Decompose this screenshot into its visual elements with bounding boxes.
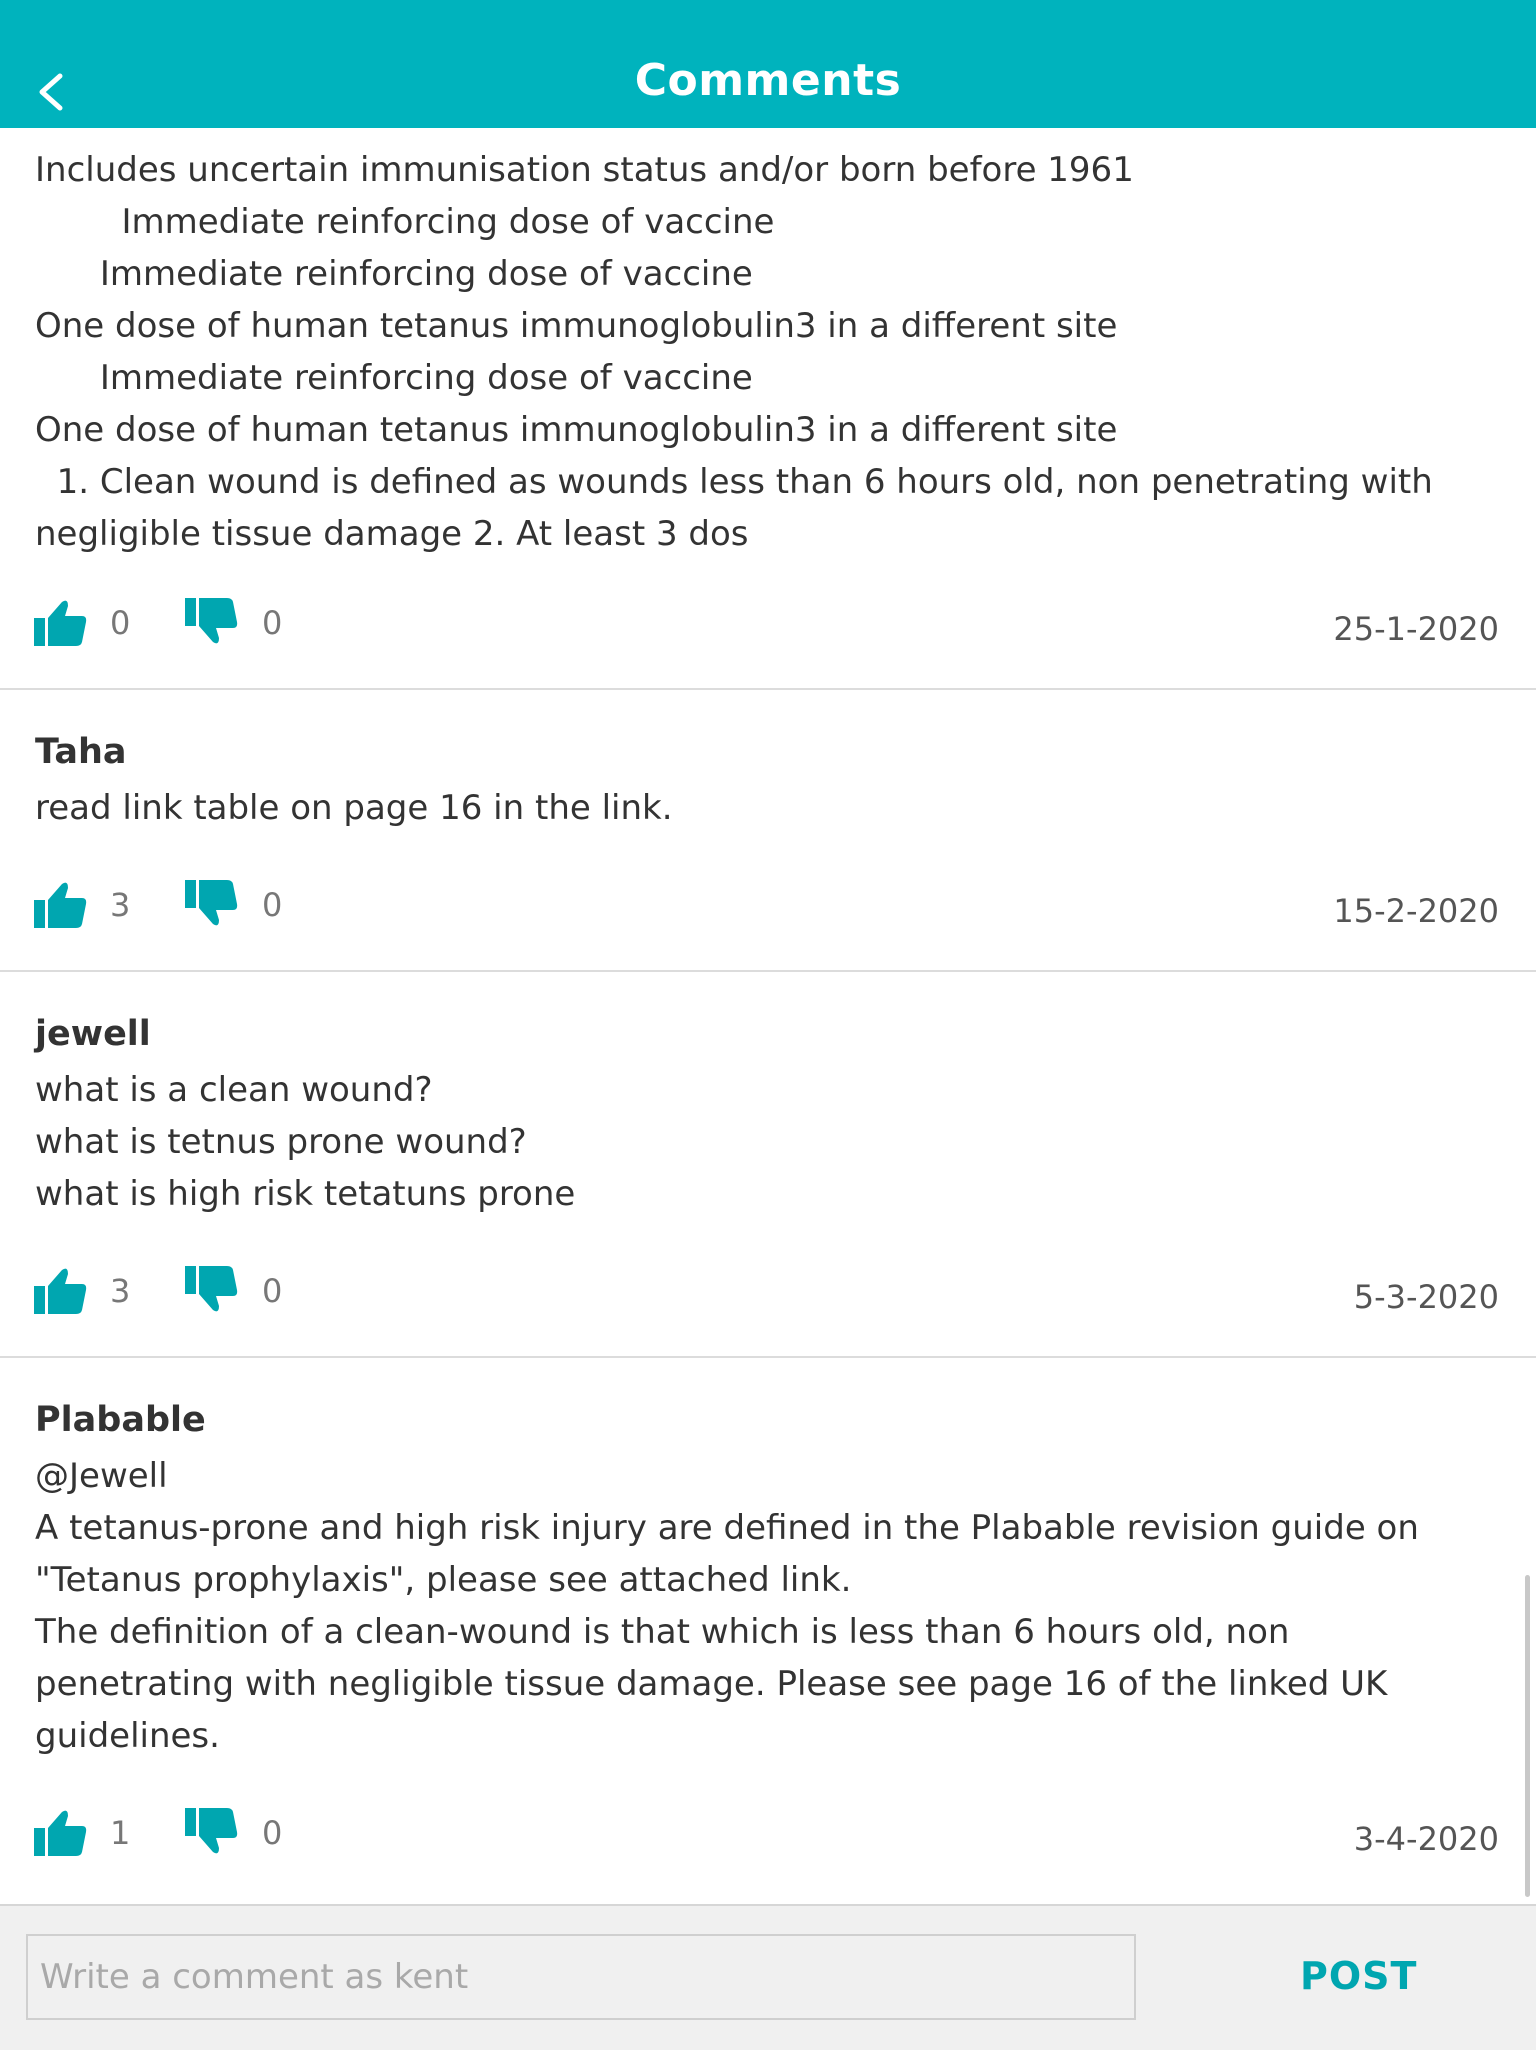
comment-line: "Tetanus prophylaxis", please see attach… <box>35 1560 852 1600</box>
thumbs-up-icon[interactable] <box>32 876 88 932</box>
thumbs-down-icon[interactable] <box>183 1804 239 1860</box>
dislike-count: 0 <box>262 1814 283 1852</box>
comment-line: 1. Clean wound is defined as wounds less… <box>35 462 1433 502</box>
comment-actions: 0 0 25-1-2020 <box>0 594 1536 654</box>
comment-author: jewell <box>35 1014 151 1054</box>
comment-line: what is tetnus prone wound? <box>35 1122 527 1162</box>
comment-line: Immediate reinforcing dose of vaccine <box>35 254 753 294</box>
comment-item: Plabable @Jewell A tetanus-prone and hig… <box>0 1358 1536 1896</box>
comment-input[interactable] <box>26 1934 1136 2020</box>
comment-item: Includes uncertain immunisation status a… <box>0 128 1536 690</box>
comment-date: 5-3-2020 <box>1353 1278 1499 1316</box>
comment-line: A tetanus-prone and high risk injury are… <box>35 1508 1419 1548</box>
comment-date: 3-4-2020 <box>1353 1820 1499 1858</box>
comment-date: 15-2-2020 <box>1333 892 1499 930</box>
page-title: Comments <box>634 55 902 106</box>
comment-actions: 3 0 5-3-2020 <box>0 1262 1536 1322</box>
scrollbar[interactable] <box>1525 1575 1530 1897</box>
like-count: 0 <box>110 604 131 642</box>
comment-line: @Jewell <box>35 1456 168 1496</box>
comment-body: read link table on page 16 in the link. <box>35 782 1476 834</box>
comment-body: @Jewell A tetanus-prone and high risk in… <box>35 1450 1476 1762</box>
thumbs-down-icon[interactable] <box>183 594 239 650</box>
dislike-count: 0 <box>262 604 283 642</box>
comment-author: Plabable <box>35 1400 206 1440</box>
comment-body: Includes uncertain immunisation status a… <box>35 144 1476 560</box>
comment-actions: 1 0 3-4-2020 <box>0 1804 1536 1864</box>
thumbs-up-icon[interactable] <box>32 1262 88 1318</box>
comment-actions: 3 0 15-2-2020 <box>0 876 1536 936</box>
comment-item: jewell what is a clean wound? what is te… <box>0 972 1536 1358</box>
comment-date: 25-1-2020 <box>1333 610 1499 648</box>
thumbs-down-icon[interactable] <box>183 1262 239 1318</box>
comment-author: Taha <box>35 732 127 772</box>
thumbs-down-icon[interactable] <box>183 876 239 932</box>
like-count: 3 <box>110 1272 131 1310</box>
dislike-count: 0 <box>262 886 283 924</box>
comment-body: what is a clean wound? what is tetnus pr… <box>35 1064 1476 1220</box>
comment-line: negligible tissue damage 2. At least 3 d… <box>35 514 749 554</box>
comment-line: guidelines. <box>35 1716 220 1756</box>
comment-line: One dose of human tetanus immunoglobulin… <box>35 306 1118 346</box>
dislike-count: 0 <box>262 1272 283 1310</box>
app-header: Comments <box>0 0 1536 128</box>
like-count: 1 <box>110 1814 131 1852</box>
thumbs-up-icon[interactable] <box>32 1804 88 1860</box>
comments-list[interactable]: Includes uncertain immunisation status a… <box>0 128 1536 1904</box>
comment-line: read link table on page 16 in the link. <box>35 788 673 828</box>
comment-line: Includes uncertain immunisation status a… <box>35 150 1134 190</box>
comment-line: Immediate reinforcing dose of vaccine <box>35 202 775 242</box>
comment-line: what is a clean wound? <box>35 1070 433 1110</box>
comment-line: penetrating with negligible tissue damag… <box>35 1664 1388 1704</box>
comment-line: what is high risk tetatuns prone <box>35 1174 576 1214</box>
like-count: 3 <box>110 886 131 924</box>
post-button[interactable]: POST <box>1300 1954 1417 1998</box>
comment-line: The definition of a clean-wound is that … <box>35 1612 1290 1652</box>
comment-composer: POST <box>0 1904 1536 2050</box>
comment-item: Taha read link table on page 16 in the l… <box>0 690 1536 972</box>
comment-line: One dose of human tetanus immunoglobulin… <box>35 410 1118 450</box>
thumbs-up-icon[interactable] <box>32 594 88 650</box>
comment-line: Immediate reinforcing dose of vaccine <box>35 358 753 398</box>
